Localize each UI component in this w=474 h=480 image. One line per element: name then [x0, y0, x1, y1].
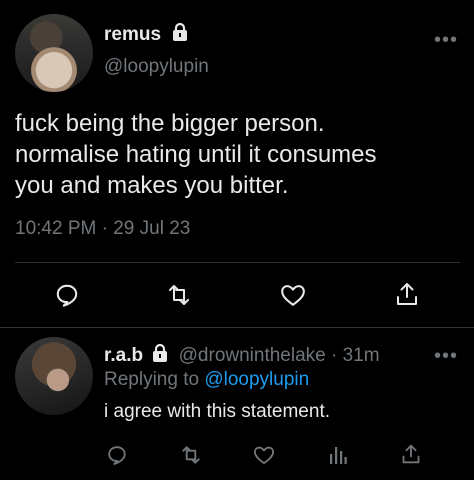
main-display-name-text: remus [104, 24, 162, 46]
reply-header: r.a.b @drowninthelake · 31m [104, 343, 380, 369]
main-avatar[interactable] [15, 14, 93, 92]
main-display-name[interactable]: remus [104, 22, 190, 48]
like-icon[interactable] [278, 282, 308, 308]
replying-to: Replying to @loopylupin [104, 369, 309, 391]
main-timestamp[interactable]: 10:42 PM · 29 Jul 23 [15, 218, 190, 240]
replying-handle-link[interactable]: @loopylupin [204, 369, 309, 390]
like-icon[interactable] [251, 443, 277, 467]
reply-icon[interactable] [52, 282, 82, 308]
replying-prefix: Replying to [104, 369, 200, 390]
main-tweet-line-1: fuck being the bigger person. [15, 110, 325, 137]
reply-avatar[interactable] [15, 337, 93, 415]
main-tweet-text: fuck being the bigger person. normalise … [15, 108, 460, 201]
retweet-icon[interactable] [177, 443, 205, 467]
reply-display-name[interactable]: r.a.b [104, 345, 143, 366]
share-icon[interactable] [392, 280, 422, 308]
main-divider-bottom [0, 327, 474, 328]
share-icon[interactable] [398, 441, 424, 467]
more-icon[interactable]: ••• [434, 30, 458, 50]
reply-icon[interactable] [104, 443, 130, 467]
main-tweet-line-2: normalise hating until it consumes [15, 141, 377, 168]
main-divider-top [15, 262, 460, 263]
more-icon[interactable]: ••• [434, 346, 458, 366]
reply-handle-time[interactable]: @drowninthelake · 31m [179, 345, 380, 366]
main-tweet-line-3: you and makes you bitter. [15, 172, 289, 199]
main-handle[interactable]: @loopylupin [104, 56, 209, 78]
lock-icon [170, 22, 190, 48]
retweet-icon[interactable] [164, 282, 194, 308]
lock-icon [150, 343, 170, 369]
analytics-icon[interactable] [325, 443, 351, 467]
reply-tweet-text: i agree with this statement. [104, 401, 330, 422]
